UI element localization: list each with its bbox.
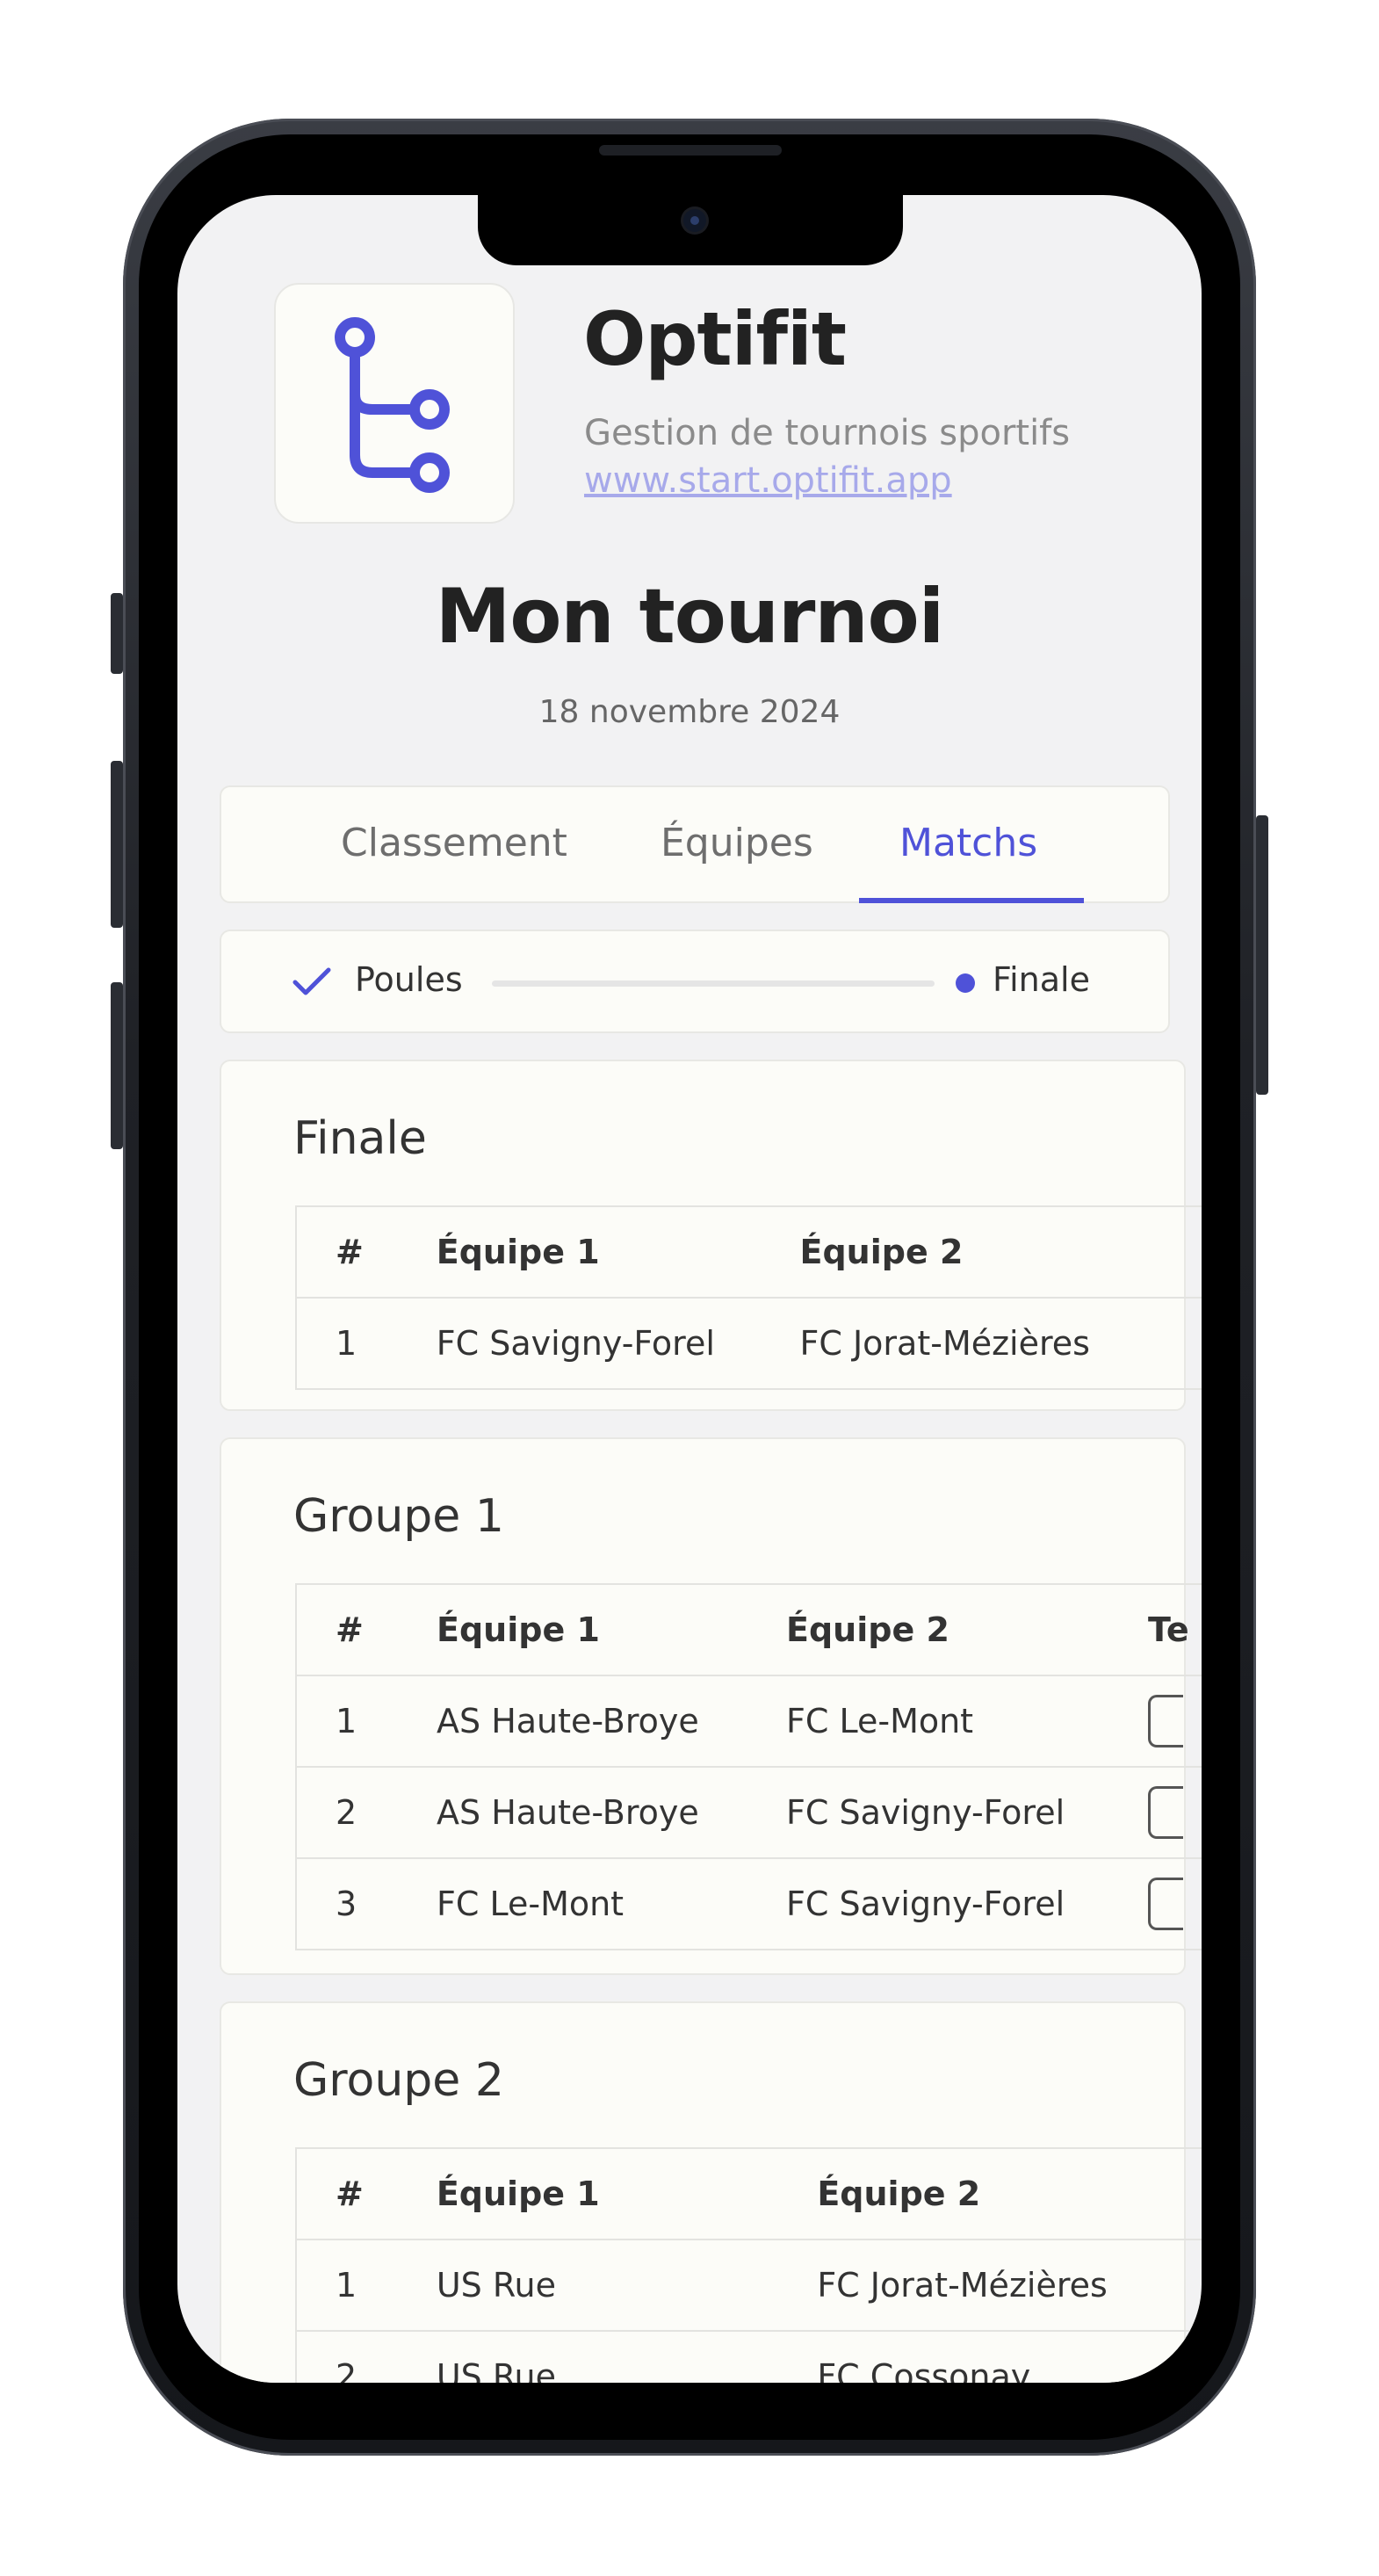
match-team1: AS Haute-Broye (437, 1675, 786, 1768)
match-team2: FC Jorat-Mézières (817, 2239, 1202, 2332)
check-icon (292, 967, 331, 995)
table-header-row: # Équipe 1 Équipe 2 (295, 1205, 1202, 1299)
mute-switch (111, 593, 123, 674)
score-input[interactable] (1148, 1878, 1183, 1930)
section-title: Finale (293, 1112, 427, 1165)
phase-stepper: Poules Finale (220, 930, 1170, 1033)
match-team2: FC Jorat-Mézières (799, 1297, 1202, 1390)
match-team1: FC Le-Mont (437, 1857, 786, 1950)
earpiece-speaker (599, 145, 782, 156)
app-subtitle: Gestion de tournois sportifs (584, 413, 1071, 453)
score-cell (1148, 1766, 1202, 1859)
table-row: 3 FC Le-Mont FC Savigny-Forel (295, 1857, 1202, 1950)
app-website-link[interactable]: www.start.optifit.app (584, 460, 952, 501)
matches-table: # Équipe 1 Équipe 2 1 FC Savigny-Forel F… (295, 1205, 1202, 1390)
col-team1: Équipe 1 (437, 1583, 786, 1676)
match-team1: AS Haute-Broye (437, 1766, 786, 1859)
step-finale-label[interactable]: Finale (993, 960, 1090, 999)
match-team1: US Rue (436, 2330, 818, 2383)
section-finale: Finale # Équipe 1 Équipe 2 1 FC Savigny-… (220, 1060, 1202, 1411)
table-header-row: # Équipe 1 Équipe 2 Te (295, 1583, 1202, 1676)
col-team2: Équipe 2 (786, 1583, 1148, 1676)
matches-table: # Équipe 1 Équipe 2 Te 1 AS Haute-Broye … (295, 1583, 1202, 1950)
notch (478, 195, 903, 265)
col-team2: Équipe 2 (817, 2147, 1202, 2240)
phone-screen: Optifit Gestion de tournois sportifs www… (177, 195, 1202, 2383)
match-team1: FC Savigny-Forel (436, 1297, 800, 1390)
tab-matchs[interactable]: Matchs (899, 821, 1037, 865)
score-input[interactable] (1148, 1695, 1183, 1747)
tournament-title: Mon tournoi (435, 573, 944, 661)
col-team1: Équipe 1 (436, 2147, 818, 2240)
col-number: # (295, 1583, 437, 1676)
tab-bar: Classement Équipes Matchs (220, 785, 1170, 903)
score-input[interactable] (1148, 1786, 1183, 1839)
section-groupe-1: Groupe 1 # Équipe 1 Équipe 2 Te 1 AS Hau… (220, 1437, 1202, 1975)
col-extra: Te (1148, 1583, 1202, 1676)
table-row: 1 US Rue FC Jorat-Mézières (295, 2239, 1202, 2332)
col-team1: Équipe 1 (436, 1205, 800, 1299)
col-team2: Équipe 2 (799, 1205, 1202, 1299)
matches-table: # Équipe 1 Équipe 2 1 US Rue FC Jorat-Mé… (295, 2147, 1202, 2383)
score-cell (1148, 1675, 1202, 1768)
section-groupe-2: Groupe 2 # Équipe 1 Équipe 2 1 US Rue FC… (220, 2001, 1202, 2383)
table-header-row: # Équipe 1 Équipe 2 (295, 2147, 1202, 2240)
volume-down-button (111, 982, 123, 1149)
app-name: Optifit (583, 296, 847, 382)
tab-equipes[interactable]: Équipes (661, 821, 813, 865)
table-row: 1 AS Haute-Broye FC Le-Mont (295, 1675, 1202, 1768)
match-number: 3 (295, 1857, 437, 1950)
volume-up-button (111, 761, 123, 928)
match-number: 1 (295, 1297, 437, 1390)
match-team2: FC Savigny-Forel (786, 1766, 1148, 1859)
app-logo (274, 283, 515, 524)
match-number: 1 (295, 1675, 437, 1768)
tab-classement[interactable]: Classement (341, 821, 567, 865)
table-row: 1 FC Savigny-Forel FC Jorat-Mézières (295, 1297, 1202, 1390)
score-cell (1148, 1857, 1202, 1950)
match-team2: FC Le-Mont (786, 1675, 1148, 1768)
tournament-date: 18 novembre 2024 (538, 694, 841, 730)
match-team2: FC Cossonay (817, 2330, 1202, 2383)
match-team2: FC Savigny-Forel (786, 1857, 1148, 1950)
step-poules-label[interactable]: Poules (355, 960, 463, 999)
front-camera-icon (683, 209, 706, 232)
section-title: Groupe 1 (293, 1490, 504, 1543)
section-title: Groupe 2 (293, 2054, 504, 2107)
match-team1: US Rue (436, 2239, 818, 2332)
active-tab-indicator (859, 898, 1084, 903)
table-row: 2 US Rue FC Cossonay (295, 2330, 1202, 2383)
step-connector (492, 980, 935, 987)
table-row: 2 AS Haute-Broye FC Savigny-Forel (295, 1766, 1202, 1859)
match-number: 2 (295, 1766, 437, 1859)
col-number: # (295, 2147, 437, 2240)
power-button (1256, 815, 1268, 1095)
match-number: 2 (295, 2330, 437, 2383)
dot-icon (956, 973, 975, 993)
col-number: # (295, 1205, 437, 1299)
tree-branch-icon (335, 317, 450, 493)
match-number: 1 (295, 2239, 437, 2332)
